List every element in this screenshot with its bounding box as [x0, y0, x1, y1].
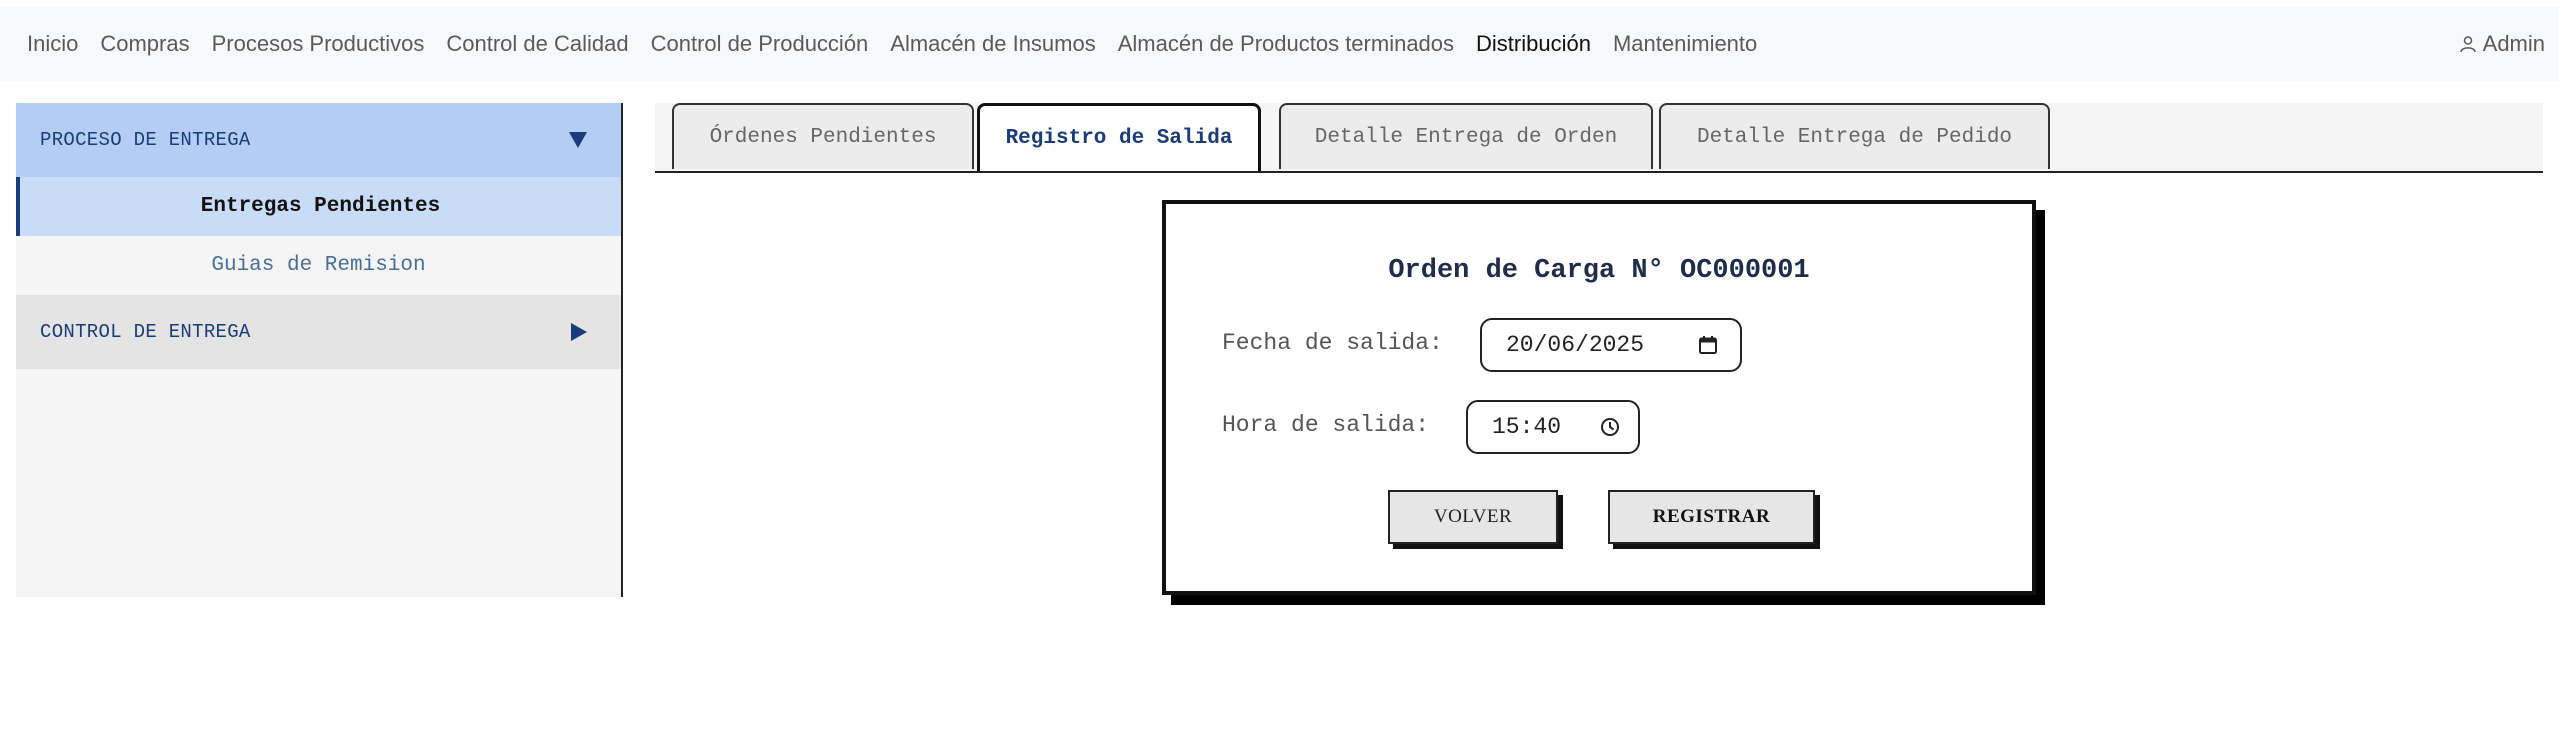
triangle-right-icon	[571, 323, 587, 341]
registrar-button[interactable]: REGISTRAR	[1608, 490, 1815, 544]
user-menu[interactable]: Admin	[2459, 6, 2545, 82]
nav-link-inicio[interactable]: Inicio	[27, 31, 78, 57]
nav-link-mantenimiento[interactable]: Mantenimiento	[1613, 31, 1757, 57]
sidebar-item-guias-remision[interactable]: Guias de Remision	[16, 236, 621, 295]
clock-icon[interactable]	[1600, 417, 1620, 437]
sidebar-section-label: CONTROL DE ENTREGA	[40, 321, 251, 343]
tab-detalle-entrega-orden[interactable]: Detalle Entrega de Orden	[1279, 103, 1653, 169]
triangle-down-icon	[569, 132, 587, 148]
sidebar-item-entregas-pendientes[interactable]: Entregas Pendientes	[16, 177, 621, 236]
volver-button[interactable]: VOLVER	[1388, 490, 1558, 544]
tab-bar: Órdenes Pendientes Registro de Salida De…	[655, 103, 2543, 173]
top-navbar: Inicio Compras Procesos Productivos Cont…	[0, 6, 2559, 82]
nav-link-almacen-insumos[interactable]: Almacén de Insumos	[890, 31, 1095, 57]
nav-links: Inicio Compras Procesos Productivos Cont…	[27, 31, 1779, 57]
hora-salida-label: Hora de salida:	[1222, 412, 1430, 438]
fecha-salida-label: Fecha de salida:	[1222, 330, 1443, 356]
nav-link-compras[interactable]: Compras	[100, 31, 189, 57]
tab-ordenes-pendientes[interactable]: Órdenes Pendientes	[672, 103, 974, 169]
user-icon	[2459, 36, 2476, 53]
card-title: Orden de Carga N° OC000001	[1388, 256, 1810, 286]
fecha-salida-value: 20/06/2025	[1506, 332, 1645, 358]
user-label: Admin	[2482, 31, 2545, 56]
sidebar-section-control-entrega[interactable]: CONTROL DE ENTREGA	[16, 295, 621, 369]
sidebar: PROCESO DE ENTREGA Entregas Pendientes G…	[16, 103, 623, 597]
tab-registro-salida[interactable]: Registro de Salida	[977, 103, 1261, 171]
fecha-salida-input[interactable]: 20/06/2025	[1480, 318, 1742, 372]
nav-link-control-produccion[interactable]: Control de Producción	[651, 31, 869, 57]
tab-detalle-entrega-pedido[interactable]: Detalle Entrega de Pedido	[1659, 103, 2050, 169]
nav-link-distribucion[interactable]: Distribución	[1476, 31, 1591, 57]
calendar-icon[interactable]	[1698, 335, 1718, 355]
hora-salida-input[interactable]: 15:40	[1466, 400, 1640, 454]
nav-link-control-calidad[interactable]: Control de Calidad	[446, 31, 628, 57]
sidebar-section-proceso-entrega[interactable]: PROCESO DE ENTREGA	[16, 103, 621, 177]
nav-link-almacen-productos[interactable]: Almacén de Productos terminados	[1118, 31, 1454, 57]
sidebar-section-label: PROCESO DE ENTREGA	[40, 129, 251, 151]
nav-link-procesos-productivos[interactable]: Procesos Productivos	[212, 31, 425, 57]
hora-salida-value: 15:40	[1492, 414, 1562, 440]
registro-salida-card: Orden de Carga N° OC000001 Fecha de sali…	[1162, 200, 2036, 595]
